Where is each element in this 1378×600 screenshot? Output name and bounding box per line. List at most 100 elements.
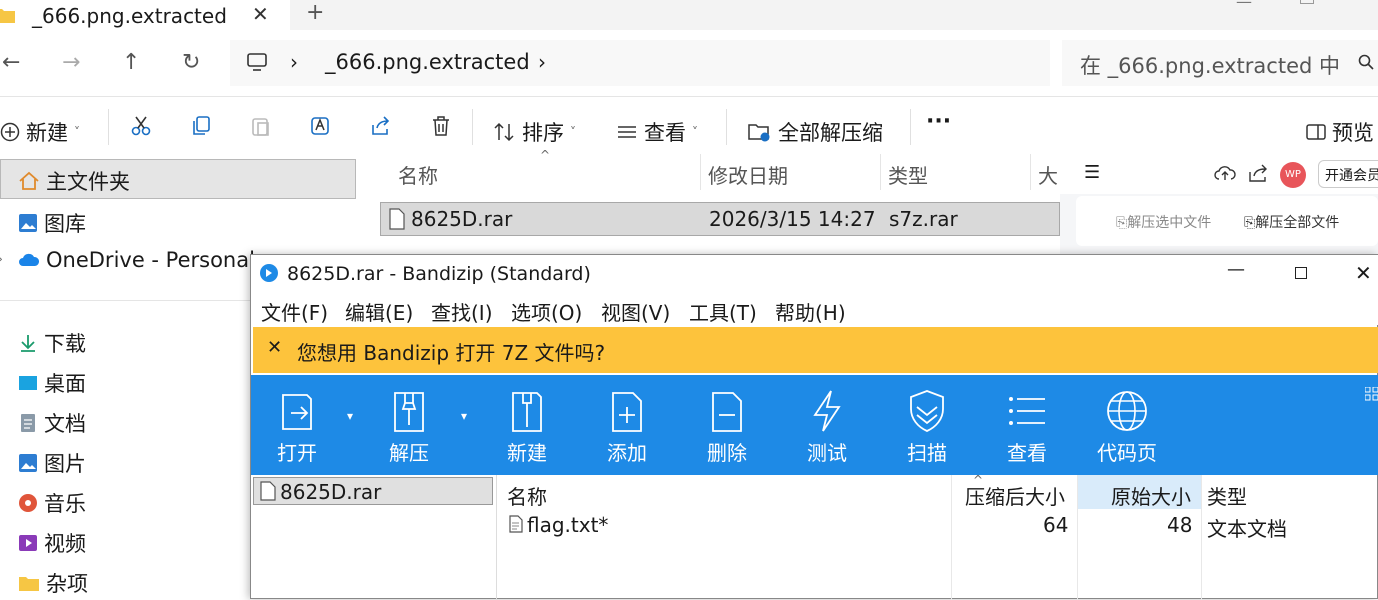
extract-button[interactable]: 解压 bbox=[369, 389, 449, 466]
nav-label: 图片 bbox=[44, 452, 86, 476]
share-icon[interactable] bbox=[370, 115, 392, 137]
extract-label: 解压 bbox=[389, 441, 429, 465]
address-bar[interactable]: › _666.png.extracted › bbox=[230, 40, 1050, 86]
search-input[interactable]: 在 _666.png.extracted 中搜索 bbox=[1062, 40, 1378, 86]
paste-icon[interactable] bbox=[250, 115, 272, 137]
menu-edit[interactable]: 编辑(E) bbox=[345, 297, 413, 326]
extract-selected-button[interactable]: ⎘解压选中文件 bbox=[1116, 212, 1211, 232]
divider bbox=[880, 154, 881, 190]
share-icon[interactable] bbox=[1248, 164, 1270, 182]
extract-all-button[interactable]: 全部解压缩 bbox=[748, 117, 883, 147]
menu-tools[interactable]: 工具(T) bbox=[689, 297, 757, 326]
breadcrumb-chevron-icon[interactable]: › bbox=[290, 50, 298, 74]
column-header-modified[interactable]: 修改日期 bbox=[708, 160, 788, 189]
globe-icon bbox=[1087, 389, 1167, 433]
copy-icon[interactable] bbox=[190, 115, 212, 137]
back-icon[interactable]: ← bbox=[2, 50, 20, 75]
expand-chevron-icon[interactable]: › bbox=[0, 252, 3, 266]
upload-cloud-icon[interactable] bbox=[1214, 164, 1236, 182]
up-icon[interactable]: ↑ bbox=[122, 50, 140, 75]
test-label: 测试 bbox=[807, 441, 847, 465]
refresh-icon[interactable]: ↻ bbox=[182, 50, 200, 75]
chevron-down-icon[interactable]: ▾ bbox=[347, 409, 353, 423]
nav-item-onedrive[interactable]: OneDrive - Personal bbox=[18, 248, 255, 272]
extract-all-files-button[interactable]: ⎘解压全部文件 bbox=[1244, 212, 1339, 232]
menu-view[interactable]: 视图(V) bbox=[601, 297, 670, 326]
view-label: 查看 bbox=[644, 121, 686, 145]
nav-label: 桌面 bbox=[44, 372, 86, 396]
avatar[interactable]: WP bbox=[1280, 162, 1306, 188]
codepage-button[interactable]: 代码页 bbox=[1087, 389, 1167, 466]
table-row[interactable]: 8625D.rar 2026/3/15 14:27 s7z.rar bbox=[380, 202, 1060, 236]
delete-button[interactable]: 删除 bbox=[687, 389, 767, 466]
chevron-down-icon[interactable]: ▾ bbox=[461, 409, 467, 423]
nav-item-downloads[interactable]: 下载 bbox=[18, 328, 86, 358]
menu-options[interactable]: 选项(O) bbox=[511, 297, 582, 326]
column-header-name[interactable]: 名称 bbox=[398, 160, 438, 189]
nav-item-documents[interactable]: 文档 bbox=[18, 408, 86, 438]
open-button[interactable]: 打开 bbox=[257, 389, 337, 466]
column-header-compressed[interactable]: 压缩后大小 bbox=[965, 481, 1065, 510]
tree-item[interactable]: 8625D.rar bbox=[253, 477, 493, 505]
nav-item-desktop[interactable]: 桌面 bbox=[18, 368, 86, 398]
close-icon[interactable]: ✕ bbox=[1355, 261, 1372, 285]
cut-icon[interactable] bbox=[130, 115, 152, 137]
view-lines-icon bbox=[616, 123, 638, 141]
nav-item-videos[interactable]: 视频 bbox=[18, 528, 86, 558]
preview-button[interactable]: 预览 bbox=[1306, 117, 1374, 147]
add-button[interactable]: 添加 bbox=[587, 389, 667, 466]
menu-file[interactable]: 文件(F) bbox=[261, 297, 328, 326]
tab-folder[interactable]: _666.png.extracted ✕ bbox=[0, 0, 290, 32]
sort-button[interactable]: 排序 ˅ bbox=[494, 117, 576, 147]
dismiss-notice-icon[interactable]: ✕ bbox=[267, 337, 282, 358]
breadcrumb[interactable]: _666.png.extracted bbox=[325, 50, 530, 74]
column-header-original[interactable]: 原始大小 bbox=[1111, 481, 1191, 510]
preview-label: 预览 bbox=[1332, 121, 1374, 145]
nav-item-home-label[interactable]: 主文件夹 bbox=[18, 166, 130, 196]
grid-menu-icon[interactable] bbox=[1365, 387, 1378, 401]
command-bar: 新建 ˅ 排序 ˅ 查看 ˅ 全部解压缩 ··· 预览 bbox=[0, 96, 1378, 154]
nav-item-music[interactable]: 音乐 bbox=[18, 488, 86, 518]
column-header-type[interactable]: 类型 bbox=[1207, 481, 1247, 510]
nav-label: OneDrive - Personal bbox=[46, 248, 255, 272]
minimize-icon[interactable]: — bbox=[1227, 259, 1245, 280]
nav-item-gallery[interactable]: 图库 bbox=[18, 208, 86, 238]
divider bbox=[726, 109, 727, 145]
menu-bar: 文件(F) 编辑(E) 查找(I) 选项(O) 视图(V) 工具(T) 帮助(H… bbox=[251, 293, 1378, 325]
test-button[interactable]: 测试 bbox=[787, 389, 867, 466]
menu-icon[interactable]: ☰ bbox=[1084, 162, 1100, 183]
new-button[interactable]: 新建 ˅ bbox=[0, 117, 80, 147]
new-label: 新建 bbox=[26, 121, 68, 145]
close-tab-icon[interactable]: ✕ bbox=[252, 2, 269, 26]
scan-button[interactable]: 扫描 bbox=[887, 389, 967, 466]
menu-find[interactable]: 查找(I) bbox=[431, 297, 493, 326]
title-bar: 8625D.rar - Bandizip (Standard) — ✕ bbox=[251, 255, 1378, 293]
new-tab-button[interactable]: + bbox=[306, 0, 324, 25]
nav-label: 杂项 bbox=[46, 572, 88, 596]
view-button[interactable]: 查看 ˅ bbox=[616, 117, 698, 147]
breadcrumb-chevron-icon[interactable]: › bbox=[538, 50, 546, 74]
rename-icon[interactable] bbox=[310, 115, 332, 137]
more-button[interactable]: ··· bbox=[926, 109, 951, 134]
nav-item-pictures[interactable]: 图片 bbox=[18, 448, 86, 478]
new-archive-button[interactable]: 新建 bbox=[487, 389, 567, 466]
delete-icon[interactable] bbox=[430, 115, 452, 137]
column-header-name[interactable]: 名称 bbox=[507, 481, 547, 510]
document-icon bbox=[18, 413, 38, 433]
file-type: s7z.rar bbox=[889, 207, 958, 231]
nav-item-misc[interactable]: 杂项 bbox=[18, 568, 88, 598]
vip-button[interactable]: 开通会员 bbox=[1318, 160, 1378, 188]
notice-text[interactable]: 您想用 Bandizip 打开 7Z 文件吗? bbox=[297, 337, 605, 366]
bandizip-logo-icon bbox=[259, 263, 279, 283]
view-button[interactable]: 查看 bbox=[987, 389, 1067, 466]
forward-icon[interactable]: → bbox=[62, 50, 80, 75]
column-header-type[interactable]: 类型 bbox=[888, 160, 928, 189]
column-header-size[interactable]: 大 bbox=[1038, 160, 1058, 189]
table-row[interactable]: flag.txt* 64 48 文本文档 bbox=[499, 511, 1378, 541]
maximize-icon[interactable] bbox=[1300, 0, 1314, 4]
menu-help[interactable]: 帮助(H) bbox=[775, 297, 846, 326]
minimize-icon[interactable]: — bbox=[1236, 0, 1252, 11]
bandizip-window: 8625D.rar - Bandizip (Standard) — ✕ 文件(F… bbox=[250, 254, 1378, 600]
maximize-icon[interactable] bbox=[1295, 267, 1307, 279]
delete-label: 删除 bbox=[707, 441, 747, 465]
